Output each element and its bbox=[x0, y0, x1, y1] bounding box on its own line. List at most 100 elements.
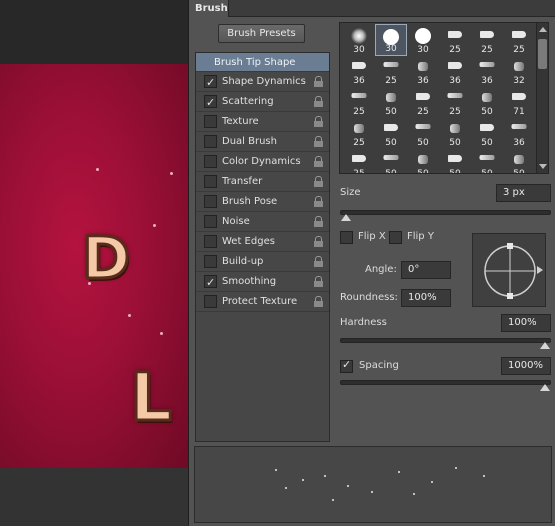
option-checkbox[interactable] bbox=[204, 175, 217, 188]
brush-tip-cell[interactable]: 30 bbox=[407, 24, 439, 56]
brush-tip-cell[interactable]: 25 bbox=[407, 86, 439, 118]
size-slider[interactable] bbox=[340, 210, 551, 221]
option-protect-texture[interactable]: Protect Texture bbox=[196, 292, 329, 312]
option-checkbox[interactable] bbox=[204, 155, 217, 168]
brush-tip-cell[interactable]: 25 bbox=[343, 148, 375, 173]
lock-icon[interactable] bbox=[314, 156, 323, 167]
brush-grid-scrollbar[interactable] bbox=[536, 23, 548, 173]
option-checkbox[interactable] bbox=[204, 135, 217, 148]
spacing-slider[interactable] bbox=[340, 380, 551, 391]
flip-y-checkbox[interactable] bbox=[389, 231, 402, 244]
brush-tip-cell[interactable]: 50 bbox=[471, 117, 503, 149]
option-checkbox[interactable] bbox=[204, 235, 217, 248]
brush-tip-cell[interactable]: 50 bbox=[439, 148, 471, 173]
option-wet-edges[interactable]: Wet Edges bbox=[196, 232, 329, 252]
scroll-thumb[interactable] bbox=[538, 39, 547, 69]
option-checkbox[interactable] bbox=[204, 73, 217, 92]
brush-tip-cell[interactable]: 25 bbox=[503, 24, 535, 56]
angle-roundness-preview[interactable] bbox=[472, 233, 546, 307]
angle-field[interactable]: 0° bbox=[401, 261, 451, 279]
option-checkbox[interactable] bbox=[204, 195, 217, 208]
brush-tip-cell[interactable]: 50 bbox=[407, 117, 439, 149]
option-checkbox[interactable] bbox=[204, 255, 217, 268]
brush-tip-cell[interactable]: 36 bbox=[439, 55, 471, 87]
brush-tip-cell[interactable]: 25 bbox=[439, 86, 471, 118]
lock-icon[interactable] bbox=[314, 236, 323, 247]
size-field[interactable]: 3 px bbox=[496, 184, 551, 202]
option-scattering[interactable]: Scattering bbox=[196, 92, 329, 112]
scroll-down-icon[interactable] bbox=[539, 164, 547, 169]
brush-tip-cell[interactable]: 50 bbox=[503, 148, 535, 173]
brush-tip-cell[interactable]: 50 bbox=[375, 148, 407, 173]
brush-tip-cell[interactable]: 50 bbox=[471, 86, 503, 118]
option-checkbox[interactable] bbox=[204, 295, 217, 308]
option-checkbox[interactable] bbox=[204, 215, 217, 228]
brush-tip-cell[interactable]: 30 bbox=[375, 24, 407, 56]
lock-icon[interactable] bbox=[314, 136, 323, 147]
option-checkbox[interactable] bbox=[204, 93, 217, 112]
spacing-slider-knob[interactable] bbox=[540, 384, 550, 391]
lock-icon[interactable] bbox=[314, 96, 323, 107]
brush-tip-cell[interactable]: 25 bbox=[343, 117, 375, 149]
brush-tip-cell[interactable]: 50 bbox=[375, 86, 407, 118]
brush-tip-icon bbox=[352, 62, 366, 69]
option-color-dynamics[interactable]: Color Dynamics bbox=[196, 152, 329, 172]
roundness-field[interactable]: 100% bbox=[401, 289, 451, 307]
brush-tip-cell[interactable]: 25 bbox=[439, 24, 471, 56]
brush-tab[interactable]: Brush bbox=[189, 0, 229, 17]
brush-tip-icon bbox=[351, 93, 367, 98]
brush-tip-cell[interactable]: 25 bbox=[343, 86, 375, 118]
lock-icon[interactable] bbox=[314, 256, 323, 267]
brush-tip-cell[interactable]: 30 bbox=[343, 24, 375, 56]
brush-tip-cell[interactable]: 50 bbox=[439, 117, 471, 149]
size-slider-knob[interactable] bbox=[341, 214, 351, 221]
lock-icon[interactable] bbox=[314, 296, 323, 307]
option-label: Build-up bbox=[222, 256, 264, 267]
brush-tip-cell[interactable]: 36 bbox=[503, 117, 535, 149]
brush-tip-cell[interactable]: 25 bbox=[375, 55, 407, 87]
document-canvas[interactable]: D L bbox=[0, 64, 188, 468]
brush-tip-cell[interactable]: 71 bbox=[503, 86, 535, 118]
sparkle bbox=[170, 172, 173, 175]
brush-tip-cell[interactable]: 32 bbox=[503, 55, 535, 87]
flip-x-checkbox[interactable] bbox=[340, 231, 353, 244]
spacing-checkbox[interactable] bbox=[340, 358, 353, 373]
brush-tip-cell[interactable]: 50 bbox=[471, 148, 503, 173]
brush-tip-cell[interactable]: 50 bbox=[407, 148, 439, 173]
hardness-slider[interactable] bbox=[340, 338, 551, 349]
lock-icon[interactable] bbox=[314, 76, 323, 87]
brush-tip-grid[interactable]: 30 30 30 25 25 25 36 25 36 36 36 32 25 50 25 25 50 71 25 50… bbox=[339, 22, 549, 174]
angle-arrow-icon[interactable] bbox=[537, 266, 543, 274]
brush-presets-button[interactable]: Brush Presets bbox=[218, 24, 305, 43]
scroll-up-icon[interactable] bbox=[539, 27, 547, 32]
option-checkbox[interactable] bbox=[204, 115, 217, 128]
brush-tip-cell[interactable]: 50 bbox=[375, 117, 407, 149]
lock-icon[interactable] bbox=[314, 176, 323, 187]
option-brush-pose[interactable]: Brush Pose bbox=[196, 192, 329, 212]
option-shape-dynamics[interactable]: Shape Dynamics bbox=[196, 72, 329, 92]
lock-icon[interactable] bbox=[314, 116, 323, 127]
brush-size-label: 36 bbox=[353, 76, 365, 86]
option-smoothing[interactable]: Smoothing bbox=[196, 272, 329, 292]
option-brush-tip-shape[interactable]: Brush Tip Shape bbox=[196, 53, 329, 72]
canvas-text-line-2: L bbox=[128, 358, 177, 438]
brush-size-label: 36 bbox=[481, 76, 493, 86]
brush-tip-icon bbox=[480, 31, 494, 38]
lock-icon[interactable] bbox=[314, 196, 323, 207]
option-dual-brush[interactable]: Dual Brush bbox=[196, 132, 329, 152]
hardness-slider-knob[interactable] bbox=[540, 342, 550, 349]
option-noise[interactable]: Noise bbox=[196, 212, 329, 232]
hardness-field[interactable]: 100% bbox=[501, 314, 551, 332]
preview-dot bbox=[347, 485, 349, 487]
brush-tip-cell[interactable]: 25 bbox=[471, 24, 503, 56]
brush-tip-cell[interactable]: 36 bbox=[471, 55, 503, 87]
spacing-field[interactable]: 1000% bbox=[501, 357, 551, 375]
option-transfer[interactable]: Transfer bbox=[196, 172, 329, 192]
brush-tip-cell[interactable]: 36 bbox=[407, 55, 439, 87]
option-build-up[interactable]: Build-up bbox=[196, 252, 329, 272]
lock-icon[interactable] bbox=[314, 276, 323, 287]
brush-tip-cell[interactable]: 36 bbox=[343, 55, 375, 87]
option-texture[interactable]: Texture bbox=[196, 112, 329, 132]
lock-icon[interactable] bbox=[314, 216, 323, 227]
option-checkbox[interactable] bbox=[204, 273, 217, 292]
